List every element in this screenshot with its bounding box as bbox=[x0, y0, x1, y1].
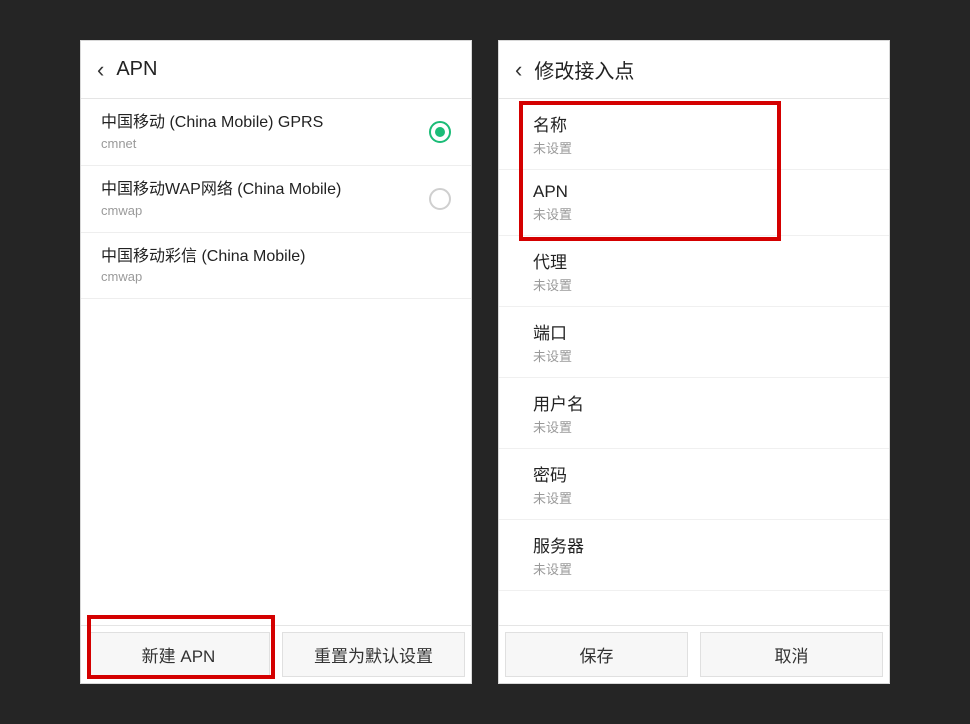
field-name[interactable]: 名称 未设置 bbox=[499, 99, 889, 170]
apn-item[interactable]: 中国移动 (China Mobile) GPRS cmnet bbox=[81, 99, 471, 166]
field-value: 未设置 bbox=[533, 488, 855, 507]
field-label: 密码 bbox=[533, 461, 855, 486]
apn-id: cmnet bbox=[101, 136, 429, 151]
reset-default-button[interactable]: 重置为默认设置 bbox=[282, 632, 465, 677]
field-label: 端口 bbox=[533, 319, 855, 344]
bottom-bar: 保存 取消 bbox=[499, 625, 889, 683]
field-label: APN bbox=[533, 182, 855, 202]
field-value: 未设置 bbox=[533, 138, 855, 157]
apn-item[interactable]: 中国移动彩信 (China Mobile) cmwap bbox=[81, 233, 471, 300]
back-icon[interactable]: ‹ bbox=[97, 57, 104, 83]
edit-apn-screen: ‹ 修改接入点 名称 未设置 APN 未设置 代理 未设置 端口 未设置 用户名… bbox=[498, 40, 890, 684]
field-list: 名称 未设置 APN 未设置 代理 未设置 端口 未设置 用户名 未设置 密码 … bbox=[499, 99, 889, 625]
radio-selected-icon[interactable] bbox=[429, 121, 451, 143]
back-icon[interactable]: ‹ bbox=[515, 57, 522, 83]
field-label: 名称 bbox=[533, 111, 855, 136]
header: ‹ APN bbox=[81, 41, 471, 99]
field-password[interactable]: 密码 未设置 bbox=[499, 449, 889, 520]
field-value: 未设置 bbox=[533, 204, 855, 223]
apn-id: cmwap bbox=[101, 203, 429, 218]
field-label: 用户名 bbox=[533, 390, 855, 415]
apn-list-screen: ‹ APN 中国移动 (China Mobile) GPRS cmnet 中国移… bbox=[80, 40, 472, 684]
field-proxy[interactable]: 代理 未设置 bbox=[499, 236, 889, 307]
field-label: 服务器 bbox=[533, 532, 855, 557]
header: ‹ 修改接入点 bbox=[499, 41, 889, 99]
field-username[interactable]: 用户名 未设置 bbox=[499, 378, 889, 449]
bottom-bar: 新建 APN 重置为默认设置 bbox=[81, 625, 471, 683]
field-label: 代理 bbox=[533, 248, 855, 273]
apn-name: 中国移动彩信 (China Mobile) bbox=[101, 247, 429, 268]
apn-name: 中国移动WAP网络 (China Mobile) bbox=[101, 180, 429, 201]
field-value: 未设置 bbox=[533, 346, 855, 365]
radio-unselected-icon[interactable] bbox=[429, 188, 451, 210]
field-port[interactable]: 端口 未设置 bbox=[499, 307, 889, 378]
apn-name: 中国移动 (China Mobile) GPRS bbox=[101, 113, 429, 134]
field-value: 未设置 bbox=[533, 275, 855, 294]
apn-id: cmwap bbox=[101, 269, 429, 284]
page-title: 修改接入点 bbox=[534, 55, 634, 84]
field-value: 未设置 bbox=[533, 417, 855, 436]
apn-list: 中国移动 (China Mobile) GPRS cmnet 中国移动WAP网络… bbox=[81, 99, 471, 625]
field-server[interactable]: 服务器 未设置 bbox=[499, 520, 889, 591]
page-title: APN bbox=[116, 58, 157, 81]
field-value: 未设置 bbox=[533, 559, 855, 578]
save-button[interactable]: 保存 bbox=[505, 632, 688, 677]
apn-item[interactable]: 中国移动WAP网络 (China Mobile) cmwap bbox=[81, 166, 471, 233]
new-apn-button[interactable]: 新建 APN bbox=[87, 632, 270, 677]
field-apn[interactable]: APN 未设置 bbox=[499, 170, 889, 236]
cancel-button[interactable]: 取消 bbox=[700, 632, 883, 677]
